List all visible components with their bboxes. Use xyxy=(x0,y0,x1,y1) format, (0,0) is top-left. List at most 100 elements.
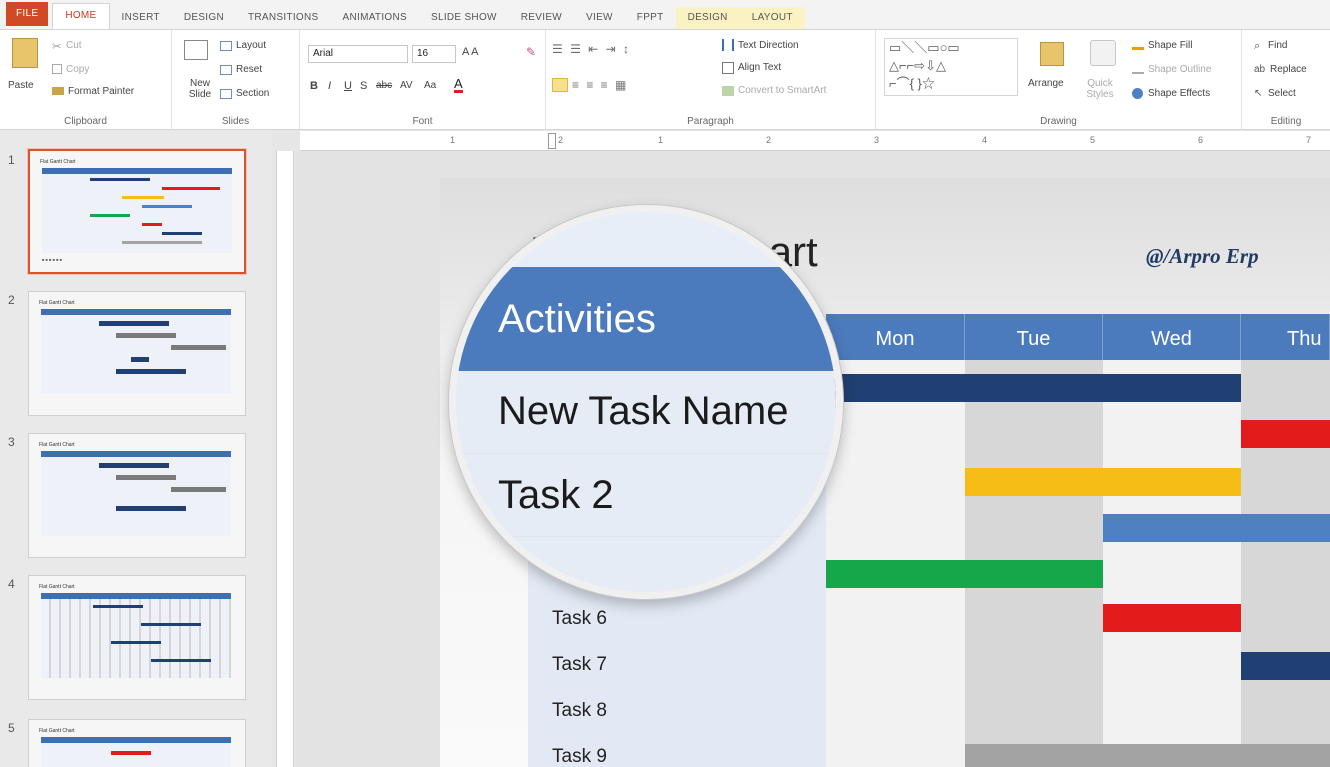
bold-button[interactable]: B xyxy=(310,80,318,92)
ruler-number: 7 xyxy=(1306,135,1312,145)
reset-button[interactable]: Reset xyxy=(236,64,262,75)
clipboard-group: Paste ✂ Cut Copy Format Painter Clipboar… xyxy=(0,30,172,130)
find-icon: ⌕ xyxy=(1254,40,1261,52)
slides-group: New Slide Layout Reset Section Slides xyxy=(172,30,300,130)
select-icon: ↖ xyxy=(1254,88,1263,99)
new-slide-button[interactable]: New Slide xyxy=(180,78,220,100)
task-label[interactable]: Task 7 xyxy=(552,654,607,676)
slide-thumbnail-4[interactable]: Flat Gantt Chart xyxy=(28,575,246,700)
cut-button[interactable]: Cut xyxy=(66,40,82,51)
ruler-number: 2 xyxy=(766,135,772,145)
italic-button[interactable]: I xyxy=(328,80,331,92)
strikethrough-button[interactable]: abc xyxy=(376,80,392,91)
shape-outline-button[interactable]: Shape Outline xyxy=(1148,64,1211,75)
quick-styles-button[interactable]: Quick Styles xyxy=(1082,78,1118,100)
font-label: Font xyxy=(412,116,433,127)
font-color-icon[interactable]: A xyxy=(454,77,463,93)
task-bar[interactable] xyxy=(1103,604,1241,632)
convert-smartart-button[interactable]: Convert to SmartArt xyxy=(738,85,826,96)
slide-thumbnail-2[interactable]: Flat Gantt Chart xyxy=(28,291,246,416)
tab-review[interactable]: REVIEW xyxy=(509,7,574,29)
grow-font-icon[interactable]: A A xyxy=(462,46,479,58)
arrange-button[interactable]: Arrange xyxy=(1028,78,1064,89)
align-icons[interactable]: ≡ ≡ ≡ ▦ xyxy=(572,78,628,92)
font-group: Arial 16 A A ✎ B I U S abc AV Aa A Font xyxy=(300,30,546,130)
indent-marker-icon[interactable] xyxy=(548,133,556,149)
day-header[interactable]: Mon xyxy=(826,314,965,360)
change-case-icon[interactable]: Aa xyxy=(424,80,436,91)
shapes-gallery[interactable]: ▭＼＼▭○▭ △⌐⌐⇨⇩△ ⌐⌒{ }☆ xyxy=(884,38,1018,96)
task-bar[interactable] xyxy=(965,744,1330,767)
task-label[interactable]: Task 8 xyxy=(552,700,607,722)
copy-icon xyxy=(52,64,62,74)
tab-transitions[interactable]: TRANSITIONS xyxy=(236,7,331,29)
replace-button[interactable]: Replace xyxy=(1270,64,1307,75)
task-label[interactable]: Task 9 xyxy=(552,746,607,767)
shape-effects-button[interactable]: Shape Effects xyxy=(1148,88,1210,99)
tab-view[interactable]: VIEW xyxy=(574,7,625,29)
task-label[interactable]: Task 6 xyxy=(552,608,607,630)
editing-group: ⌕ Find ab Replace ↖ Select Editing xyxy=(1242,30,1330,130)
new-slide-icon[interactable] xyxy=(184,40,208,60)
tab-insert[interactable]: INSERT xyxy=(110,7,172,29)
paste-button[interactable]: Paste xyxy=(8,80,34,91)
vertical-ruler[interactable] xyxy=(276,151,294,767)
horizontal-ruler[interactable]: 1 2 1 2 3 4 5 6 7 xyxy=(300,131,1330,151)
day-header[interactable]: Thu xyxy=(1241,314,1330,360)
tab-table-design[interactable]: DESIGN xyxy=(675,7,740,29)
tab-file[interactable]: FILE xyxy=(6,2,49,26)
layout-button[interactable]: Layout xyxy=(236,40,266,51)
thumbnail-number: 5 xyxy=(8,721,15,735)
brand-watermark: @/Arpro Erp xyxy=(1146,244,1259,268)
slide-thumbnail-5[interactable]: Flat Gantt Chart xyxy=(28,719,246,767)
task-bar[interactable] xyxy=(826,374,1241,402)
ribbon-tab-bar: FILE HOME INSERT DESIGN TRANSITIONS ANIM… xyxy=(0,0,1330,30)
task-bar[interactable] xyxy=(965,468,1241,496)
task-bar[interactable] xyxy=(1241,420,1330,448)
ruler-number: 6 xyxy=(1198,135,1204,145)
editing-label: Editing xyxy=(1270,116,1302,127)
day-header[interactable]: Wed xyxy=(1103,314,1241,360)
bullets-icon[interactable]: ☰ ☰ ⇤ ⇥ ↕ xyxy=(552,42,631,56)
tab-slide-show[interactable]: SLIDE SHOW xyxy=(419,7,509,29)
slide-thumbnail-1[interactable]: Flat Gantt Chart ■ ■ ■ ■ ■ ■ xyxy=(28,149,246,274)
font-size-box[interactable]: 16 xyxy=(412,45,456,63)
ruler-number: 3 xyxy=(874,135,880,145)
reset-icon xyxy=(220,65,232,75)
section-button[interactable]: Section xyxy=(236,88,269,99)
shape-fill-icon xyxy=(1132,40,1144,50)
find-button[interactable]: Find xyxy=(1268,40,1287,51)
align-left-icon[interactable] xyxy=(552,78,568,92)
char-spacing-icon[interactable]: AV xyxy=(400,80,413,91)
tab-design[interactable]: DESIGN xyxy=(172,7,236,29)
format-painter-button[interactable]: Format Painter xyxy=(68,86,134,97)
tab-table-layout[interactable]: LAYOUT xyxy=(739,7,805,29)
replace-icon: ab xyxy=(1254,64,1266,75)
slide-thumbnail-3[interactable]: Flat Gantt Chart xyxy=(28,433,246,558)
select-button[interactable]: Select xyxy=(1268,88,1296,99)
clipboard-label: Clipboard xyxy=(64,116,107,127)
paste-icon[interactable] xyxy=(12,38,38,68)
thumbnail-number: 1 xyxy=(8,153,15,167)
tab-animations[interactable]: ANIMATIONS xyxy=(331,7,419,29)
task-bar[interactable] xyxy=(1103,514,1330,542)
shape-fill-button[interactable]: Shape Fill xyxy=(1148,40,1192,51)
clear-format-icon[interactable]: ✎ xyxy=(526,45,536,59)
text-direction-button[interactable]: Text Direction xyxy=(738,40,799,51)
tab-home[interactable]: HOME xyxy=(52,3,110,29)
day-header[interactable]: Tue xyxy=(965,314,1103,360)
align-text-button[interactable]: Align Text xyxy=(738,62,781,73)
shape-outline-icon xyxy=(1132,64,1144,74)
task-bar[interactable] xyxy=(1241,652,1330,680)
shadow-button[interactable]: S xyxy=(360,80,367,92)
task-bar[interactable] xyxy=(826,560,1103,588)
paragraph-group: ☰ ☰ ⇤ ⇥ ↕ ≡ ≡ ≡ ▦ Text Direction Align T… xyxy=(546,30,876,130)
ruler-number: 5 xyxy=(1090,135,1096,145)
magnified-activities-header: Activities xyxy=(498,297,656,341)
font-name-box[interactable]: Arial xyxy=(308,45,408,63)
drawing-label: Drawing xyxy=(1040,116,1077,127)
slide-thumbnail-pane[interactable]: 1 Flat Gantt Chart ■ ■ ■ ■ ■ ■ 2 Flat Ga… xyxy=(0,131,272,767)
copy-button[interactable]: Copy xyxy=(66,64,89,75)
tab-fppt[interactable]: FPPT xyxy=(625,7,676,29)
underline-button[interactable]: U xyxy=(344,80,352,92)
